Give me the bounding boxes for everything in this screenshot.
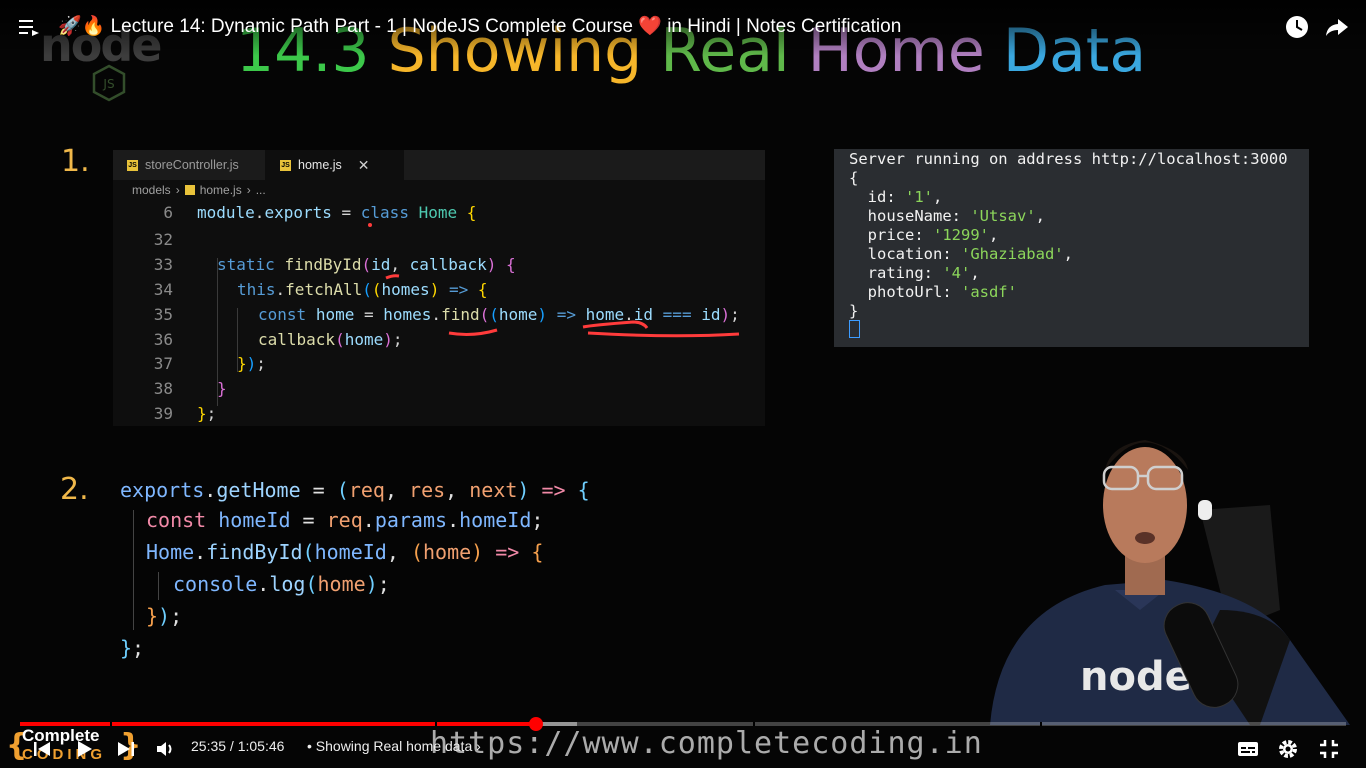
chevron-right-icon: ›: [476, 738, 481, 754]
js-badge-text: JS: [102, 77, 114, 91]
terminal-value: '4': [942, 264, 971, 282]
terminal-key: price:: [849, 226, 933, 244]
watch-later-icon[interactable]: [1284, 14, 1310, 40]
presenter-webcam: node: [990, 440, 1350, 725]
terminal-key: rating:: [849, 264, 943, 282]
red-annotation-marks: [368, 223, 740, 338]
terminal-line: location: 'Ghaziabad',: [849, 245, 1073, 263]
svg-text:node: node: [1080, 654, 1192, 700]
previous-icon[interactable]: [30, 737, 54, 761]
progress-bar[interactable]: [20, 717, 1346, 731]
playlist-menu-icon[interactable]: [18, 16, 40, 38]
code-editor: JS storeController.js JS home.js ✕ model…: [113, 150, 765, 426]
terminal-line: photoUrl: 'asdf': [849, 283, 1017, 301]
video-title[interactable]: 🚀🔥 Lecture 14: Dynamic Path Part - 1 | N…: [58, 14, 901, 38]
player-top-bar: 🚀🔥 Lecture 14: Dynamic Path Part - 1 | N…: [0, 0, 1366, 56]
terminal-key: id:: [849, 188, 905, 206]
progress-played: [20, 722, 536, 726]
share-icon[interactable]: [1324, 14, 1350, 40]
fullscreen-icon[interactable]: [1317, 737, 1341, 761]
terminal-value: '1299': [933, 226, 989, 244]
subtitles-icon[interactable]: [1236, 737, 1260, 761]
terminal-key: photoUrl:: [849, 283, 961, 301]
chapter-marker: [753, 722, 755, 726]
settings-gear-icon[interactable]: [1276, 737, 1300, 761]
indent-guide: [158, 572, 159, 600]
chapter-title-text: • Showing Real home data: [307, 738, 473, 754]
terminal-line: {: [849, 169, 859, 187]
code-line: exports.getHome = (req, res, next) => {: [120, 478, 590, 502]
code-line: console.log(home);: [173, 572, 390, 596]
terminal-line: houseName: 'Utsav',: [849, 207, 1045, 225]
terminal-value: 'Utsav': [970, 207, 1036, 225]
player-controls: 25:35 / 1:05:46 • Showing Real home data…: [0, 728, 1366, 768]
code-line: const homeId = req.params.homeId;: [146, 508, 544, 532]
step-1-number: 1.: [61, 144, 90, 179]
chapter-title[interactable]: • Showing Real home data ›: [307, 738, 481, 754]
chapter-marker: [110, 722, 112, 726]
chapter-marker: [1040, 722, 1042, 726]
code-line: };: [120, 636, 145, 660]
terminal-line: rating: '4',: [849, 264, 980, 282]
chapter-marker: [435, 722, 437, 726]
terminal-line: Server running on address http://localho…: [849, 150, 1288, 168]
terminal-value: 'Ghaziabad': [960, 245, 1064, 263]
terminal-key: houseName:: [849, 207, 971, 225]
terminal-output: Server running on address http://localho…: [834, 149, 1309, 347]
terminal-value: '1': [905, 188, 933, 206]
nodejs-hexagon-icon: JS: [92, 64, 126, 102]
indent-guide: [133, 510, 134, 630]
terminal-line: }: [849, 302, 859, 320]
terminal-line: id: '1',: [849, 188, 943, 206]
code-line: Home.findById(homeId, (home) => {: [146, 540, 544, 564]
terminal-key: location:: [849, 245, 961, 263]
terminal-cursor: [849, 320, 860, 338]
step-2-number: 2.: [60, 472, 89, 507]
play-icon[interactable]: [72, 737, 96, 761]
terminal-value: 'asdf': [960, 283, 1017, 301]
video-player[interactable]: node JS 14.3ShowingRealHomeData 1. 2. JS…: [0, 0, 1366, 768]
terminal-line: price: '1299',: [849, 226, 999, 244]
time-display: 25:35 / 1:05:46: [191, 738, 285, 754]
volume-icon[interactable]: [154, 737, 178, 761]
next-icon[interactable]: [114, 737, 138, 761]
code-line: });: [146, 604, 183, 628]
